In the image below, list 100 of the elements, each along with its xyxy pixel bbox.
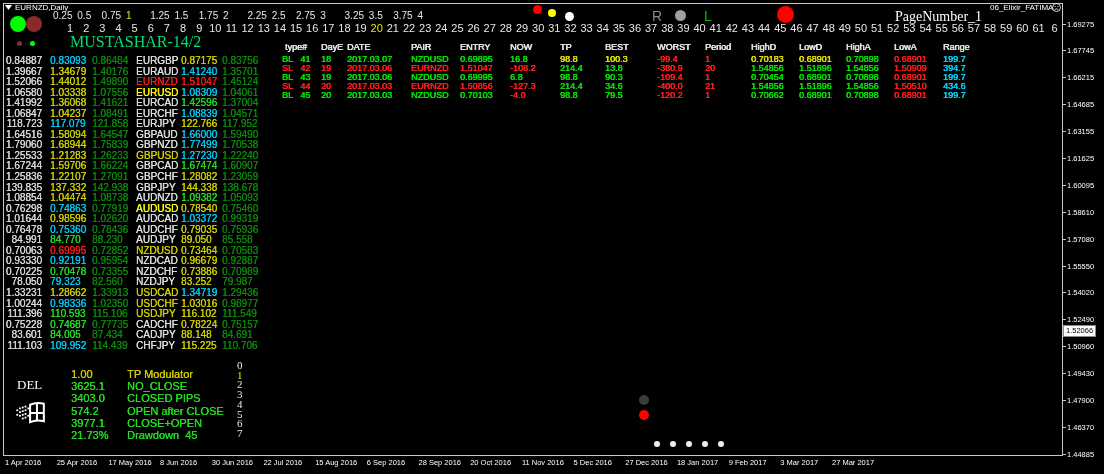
dropdown-triangle-icon[interactable] (5, 5, 12, 10)
day-number: 45 (773, 22, 788, 35)
table-cell-text: 1.34679 (49, 66, 88, 77)
table-cell-text: 19 (321, 73, 332, 82)
window-icon[interactable] (16, 402, 46, 424)
delete-label[interactable]: DEL (17, 377, 43, 392)
day-number: 38 (660, 22, 675, 35)
table-cell-text: 1.45124 (222, 77, 260, 88)
table-cell-text: 0.68901 (894, 73, 928, 82)
table-cell-text: 0.68901 (799, 91, 833, 100)
table-cell-text: 1.41240 (181, 66, 219, 77)
pair-cell-text: GBPNZD (136, 140, 179, 151)
table-cell-text: 434.6 (943, 82, 967, 91)
table-cell-text: 0.70103 (460, 91, 494, 100)
day-number: 32 (563, 22, 578, 35)
table-cell-text: 0.76478 (4, 224, 43, 235)
table-cell-text: 1.04061 (222, 87, 260, 98)
scale-label: 2.75 (295, 10, 317, 21)
table-cell-text: 19 (321, 64, 332, 73)
table-cell-text: 98.8 (560, 91, 579, 100)
column-header: TP (560, 42, 573, 54)
table-cell-text: 1.03338 (49, 87, 88, 98)
table-cell-text: 87.434 (92, 330, 124, 341)
column-header: PAIR (411, 42, 433, 54)
scale-label: 4 (417, 10, 424, 21)
day-number: 21 (385, 22, 400, 35)
pair-cell-text: GBPCAD (136, 161, 180, 172)
table-cell-text: 109.952 (49, 340, 88, 352)
table-cell-text: 20 (321, 82, 332, 91)
table-cell-text: 1.06580 (4, 87, 43, 98)
table-cell-text: 78.050 (10, 277, 43, 288)
table-cell-text: 0.78540 (181, 203, 219, 214)
table-cell-text: 1.59490 (222, 129, 260, 140)
column-header: Period (705, 42, 732, 54)
table-cell-text: 1.54856 (751, 64, 785, 73)
table-cell-text: 0.78436 (92, 224, 130, 235)
table-cell-text: 0.72852 (92, 245, 130, 256)
table-cell-text: 138.678 (222, 182, 260, 193)
pair-cell-text: GBPUSD (136, 150, 180, 161)
summary-label: OPEN after CLOSE (127, 404, 224, 417)
day-number: 31 (547, 22, 562, 35)
table-cell-text: 1.59706 (49, 161, 88, 172)
table-cell-text: 1.22107 (49, 172, 88, 183)
day-number: 52 (886, 22, 900, 35)
table-cell-text: 1.08854 (4, 193, 43, 204)
table-cell-text: -400.0 (657, 82, 684, 91)
table-cell-text: 1 (705, 55, 711, 64)
scale-label: 3 (320, 10, 327, 21)
column-header: ENTRY (460, 42, 492, 54)
pair-cell-text: CADJPY (136, 330, 177, 341)
table-cell-text: 1.23059 (222, 172, 260, 183)
table-cell-text: 1.66000 (181, 129, 219, 140)
table-cell-text: 1.21283 (49, 150, 88, 161)
day-number: 61 (1031, 22, 1046, 35)
table-cell-text: 0.75936 (222, 224, 260, 235)
signal-letter: R (652, 9, 663, 24)
table-cell-text: 1.09382 (181, 193, 219, 204)
day-number: 36 (627, 22, 643, 35)
day-number: 14 (272, 22, 287, 35)
day-number: 1 (66, 22, 75, 35)
table-cell-text: 84.005 (49, 330, 82, 341)
table-cell-text: 0.69995 (49, 245, 88, 256)
column-header: DayE (321, 42, 344, 54)
table-cell-text: 0.99319 (222, 214, 260, 225)
system-name: MUSTASHAR-14/2 (70, 33, 202, 51)
day-number: 48 (821, 22, 836, 35)
pair-cell-text: NZDCHF (136, 266, 179, 277)
day-number: 29 (514, 22, 530, 35)
summary-value: 3625.1 (71, 380, 106, 393)
table-cell-text: 144.338 (181, 182, 219, 193)
pair-cell-text: EURJPY (136, 119, 177, 130)
summary-value: 1.00 (71, 368, 94, 381)
table-cell-text: 0.70063 (4, 245, 43, 256)
column-header: type# (284, 42, 309, 54)
table-cell-text: 199.7 (943, 91, 967, 100)
table-cell-text: 84.770 (49, 235, 82, 246)
table-cell-text: 1.04571 (222, 108, 260, 119)
table-cell-text: -4.0 (510, 91, 527, 100)
table-cell-text: 0.75228 (4, 319, 43, 330)
day-number: 25 (450, 22, 465, 35)
scale-label: 2.25 (247, 10, 268, 21)
table-cell-text: 1.51896 (799, 82, 833, 91)
table-cell-text: 1.37004 (222, 98, 260, 109)
table-cell-text: 1.33231 (4, 288, 43, 299)
table-cell-text: 1.50909 (894, 64, 928, 73)
table-cell-text: 0.70183 (751, 55, 785, 64)
table-cell-text: 1.01644 (4, 214, 43, 225)
table-cell-text: 1.49890 (92, 77, 130, 88)
scale-label: 2 (223, 10, 230, 21)
table-cell-text: 121.858 (92, 119, 130, 130)
table-cell-text: 111.549 (222, 309, 258, 320)
table-cell-text: 1.39667 (4, 66, 43, 77)
table-cell-text: 0.73464 (181, 245, 219, 256)
day-number: 51 (869, 22, 885, 35)
table-cell-text: 114.439 (92, 340, 129, 352)
day-number: 49 (837, 22, 852, 35)
summary-label: TP Modulator (127, 368, 194, 381)
table-cell-text: 1.44012 (49, 77, 88, 88)
index-digit: 4 (237, 399, 243, 410)
day-number: 3 (98, 22, 107, 35)
